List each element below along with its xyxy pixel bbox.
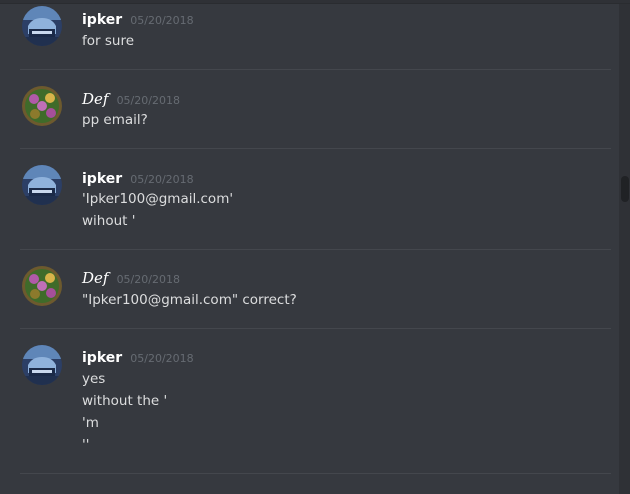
message-header: ipker 05/20/2018	[82, 9, 194, 29]
user-avatar-ipker[interactable]	[22, 6, 62, 46]
message-divider	[20, 148, 611, 149]
message-content: 'Ipker100@gmail.com' wihout '	[82, 188, 233, 232]
user-avatar-def[interactable]	[22, 266, 62, 306]
user-avatar-ipker[interactable]	[22, 345, 62, 385]
message-line: for sure	[82, 33, 135, 49]
car-avatar-icon	[22, 165, 62, 205]
message-header: ipker 05/20/2018	[82, 347, 194, 367]
user-avatar-ipker[interactable]	[22, 165, 62, 205]
message-line: without the '	[82, 393, 168, 409]
message-line: "Ipker100@gmail.com" correct?	[82, 292, 297, 308]
message-divider	[20, 69, 611, 70]
message-header: Def 05/20/2018	[82, 268, 180, 288]
username[interactable]: ipker	[82, 12, 122, 28]
timestamp: 05/20/2018	[130, 173, 194, 186]
car-avatar-icon	[22, 6, 62, 46]
message-content: yes without the ' 'm ''	[82, 368, 167, 456]
username[interactable]: ipker	[82, 171, 122, 187]
message-divider	[20, 473, 611, 474]
car-avatar-icon	[22, 345, 62, 385]
message-divider	[20, 249, 611, 250]
message-content: "Ipker100@gmail.com" correct?	[82, 289, 297, 311]
scrollbar-thumb[interactable]	[621, 176, 629, 202]
message-content: pp email?	[82, 109, 148, 131]
message-line: ''	[82, 437, 90, 453]
message-line: yes	[82, 371, 106, 387]
mosaic-avatar-icon	[22, 266, 62, 306]
username[interactable]: Def	[82, 90, 108, 108]
message-header: Def 05/20/2018	[82, 89, 180, 109]
message-divider	[20, 328, 611, 329]
message-line: wihout '	[82, 213, 136, 229]
message-list[interactable]: ipker 05/20/2018 for sure Def 05/20/2018	[0, 0, 619, 494]
timestamp: 05/20/2018	[130, 14, 194, 27]
message-header: ipker 05/20/2018	[82, 168, 194, 188]
timestamp: 05/20/2018	[116, 273, 180, 286]
username[interactable]: ipker	[82, 350, 122, 366]
user-avatar-def[interactable]	[22, 86, 62, 126]
timestamp: 05/20/2018	[116, 94, 180, 107]
message-line: 'Ipker100@gmail.com'	[82, 191, 234, 207]
mosaic-avatar-icon	[22, 86, 62, 126]
username[interactable]: Def	[82, 269, 108, 287]
scrollbar-track[interactable]	[619, 4, 630, 494]
message-line: 'm	[82, 415, 99, 431]
message-content: for sure	[82, 30, 134, 52]
message-line: pp email?	[82, 112, 148, 128]
timestamp: 05/20/2018	[130, 352, 194, 365]
